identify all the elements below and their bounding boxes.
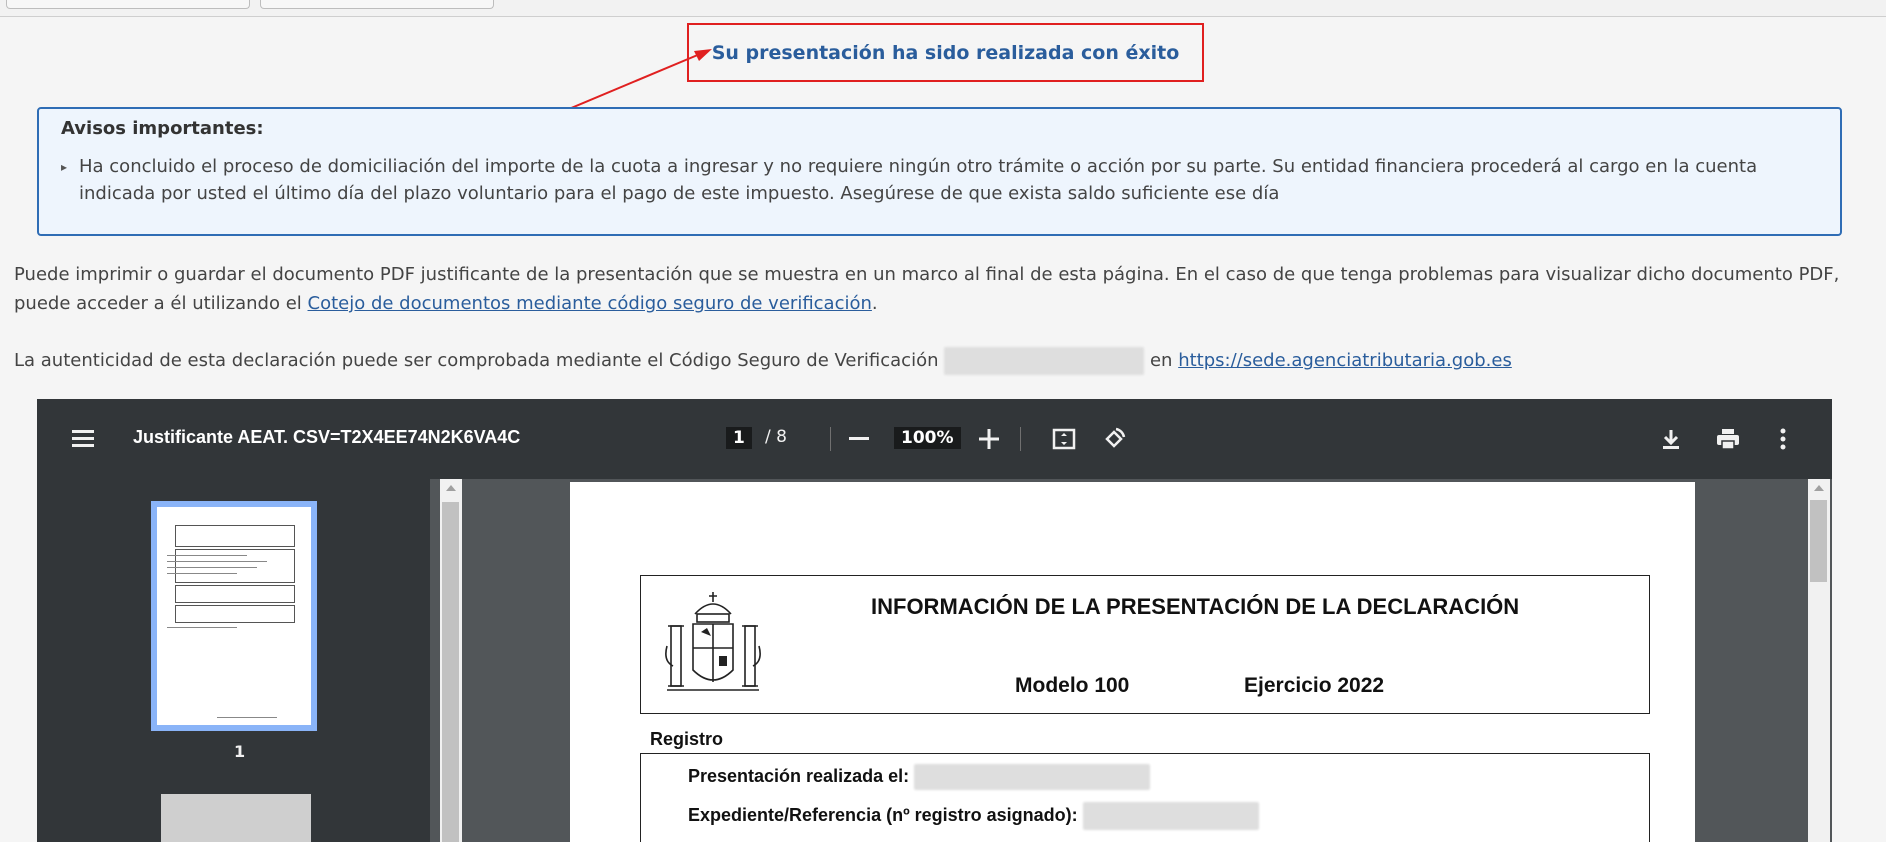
top-bar <box>0 0 1886 17</box>
download-icon[interactable] <box>1654 419 1688 459</box>
registro-row-1: Presentación realizada el: <box>688 764 1151 790</box>
redacted-reference <box>1082 802 1259 830</box>
pdf-viewer: Justificante AEAT. CSV=T2X4EE74N2K6VA4C … <box>37 399 1832 842</box>
registro-box: Presentación realizada el: Expediente/Re… <box>640 753 1650 842</box>
scroll-up-arrow[interactable] <box>446 485 456 491</box>
success-message: Su presentación ha sido realizada con éx… <box>711 41 1180 64</box>
zoom-in-icon[interactable] <box>972 419 1006 459</box>
top-button-1[interactable] <box>6 0 250 9</box>
print-icon[interactable] <box>1711 419 1745 459</box>
print-paragraph-text: Puede imprimir o guardar el documento PD… <box>14 264 1840 314</box>
notice-item: ▸ Ha concluido el proceso de domiciliaci… <box>61 153 1818 207</box>
print-paragraph-end: . <box>871 293 878 314</box>
scroll-up-arrow[interactable] <box>1814 485 1824 491</box>
auth-paragraph: La autenticidad de esta declaración pued… <box>14 346 1874 375</box>
toolbar-divider <box>1020 427 1021 451</box>
sidebar-scrollbar-thumb[interactable] <box>442 502 459 842</box>
document-scrollbar-thumb[interactable] <box>1810 500 1827 582</box>
redacted-date <box>914 764 1151 790</box>
pdf-title-heading: INFORMACIÓN DE LA PRESENTACIÓN DE LA DEC… <box>871 594 1520 619</box>
expediente-label: Expediente/Referencia (nº registro asign… <box>688 804 1078 825</box>
success-message-box: Su presentación ha sido realizada con éx… <box>687 23 1204 82</box>
important-notices: Avisos importantes: ▸ Ha concluido el pr… <box>37 107 1842 236</box>
page-total: / 8 <box>765 427 787 447</box>
auth-paragraph-en: en <box>1149 350 1173 371</box>
cotejo-link[interactable]: Cotejo de documentos mediante código seg… <box>308 293 872 314</box>
thumbnail-sidebar: 1 <box>37 479 430 842</box>
zoom-level-input[interactable]: 100% <box>894 427 961 449</box>
zoom-out-icon[interactable] <box>842 419 876 459</box>
menu-icon[interactable] <box>72 430 94 448</box>
toolbar-divider <box>830 427 831 451</box>
bullet-icon: ▸ <box>61 160 68 174</box>
pdf-page: INFORMACIÓN DE LA PRESENTACIÓN DE LA DEC… <box>570 482 1695 842</box>
page-number-input[interactable]: 1 <box>726 427 752 449</box>
pdf-modelo: Modelo 100 <box>1015 674 1130 697</box>
sede-link[interactable]: https://sede.agenciatributaria.gob.es <box>1178 350 1512 371</box>
notice-item-text: Ha concluido el proceso de domiciliación… <box>79 156 1758 204</box>
presentacion-label: Presentación realizada el: <box>688 765 910 786</box>
notice-title: Avisos importantes: <box>61 118 264 139</box>
pdf-header-box: INFORMACIÓN DE LA PRESENTACIÓN DE LA DEC… <box>640 575 1650 714</box>
auth-paragraph-text: La autenticidad de esta declaración pued… <box>14 350 939 371</box>
coat-of-arms-icon <box>665 592 761 691</box>
thumbnail-label: 1 <box>234 742 246 761</box>
top-button-2[interactable] <box>260 0 494 9</box>
rotate-icon[interactable] <box>1097 419 1131 459</box>
print-paragraph: Puede imprimir o guardar el documento PD… <box>14 260 1874 318</box>
pdf-ejercicio: Ejercicio 2022 <box>1244 674 1385 697</box>
registro-label: Registro <box>650 729 724 749</box>
pdf-title: Justificante AEAT. CSV=T2X4EE74N2K6VA4C <box>133 427 521 447</box>
pdf-toolbar: Justificante AEAT. CSV=T2X4EE74N2K6VA4C … <box>37 399 1832 479</box>
registro-row-2: Expediente/Referencia (nº registro asign… <box>688 802 1259 830</box>
fit-page-icon[interactable] <box>1047 419 1081 459</box>
more-options-icon[interactable] <box>1766 419 1800 459</box>
redacted-csv <box>944 347 1145 375</box>
page-thumbnail-1[interactable] <box>151 501 317 731</box>
page-thumbnail-2[interactable] <box>161 794 311 842</box>
